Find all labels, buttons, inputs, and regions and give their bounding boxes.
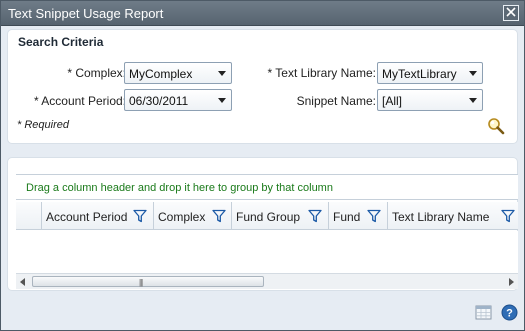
- column-header-fund-group[interactable]: Fund Group: [232, 202, 329, 229]
- row-indicator-header: [16, 202, 42, 229]
- complex-select[interactable]: MyComplex: [124, 62, 232, 84]
- column-label: Text Library Name: [392, 210, 490, 224]
- column-label: Complex: [158, 210, 206, 224]
- funnel-icon[interactable]: [308, 209, 322, 223]
- horizontal-scrollbar[interactable]: |||: [16, 273, 518, 289]
- table-export-icon: [475, 305, 492, 324]
- column-label: Fund: [333, 210, 361, 224]
- search-criteria-heading: Search Criteria: [18, 35, 104, 49]
- title-bar[interactable]: Text Snippet Usage Report: [1, 1, 524, 26]
- scrollbar-thumb[interactable]: |||: [32, 276, 264, 287]
- close-button[interactable]: [503, 5, 519, 21]
- text-library-value: MyTextLibrary: [382, 67, 457, 81]
- account-period-select[interactable]: 06/30/2011: [124, 89, 232, 111]
- snippet-name-label: Snippet Name:: [296, 94, 376, 108]
- chevron-down-icon: [469, 71, 477, 76]
- column-header-account-period[interactable]: Account Period: [42, 202, 154, 229]
- help-icon: ?: [501, 304, 518, 324]
- funnel-icon[interactable]: [367, 209, 381, 223]
- scroll-right-icon[interactable]: [509, 278, 514, 286]
- grip-icon: |||: [139, 278, 143, 287]
- funnel-icon[interactable]: [501, 209, 515, 223]
- chevron-down-icon: [218, 71, 226, 76]
- funnel-icon[interactable]: [133, 209, 147, 223]
- grid-body: [16, 231, 518, 273]
- grid-header-row: Account Period Complex Fund Group Fund T…: [16, 202, 518, 230]
- report-dialog: Text Snippet Usage Report Search Criteri…: [0, 0, 525, 331]
- funnel-icon[interactable]: [212, 209, 226, 223]
- column-label: Account Period: [46, 210, 128, 224]
- chevron-down-icon: [218, 98, 226, 103]
- account-period-value: 06/30/2011: [129, 94, 189, 108]
- snippet-name-select[interactable]: [All]: [377, 89, 483, 111]
- text-library-label: * Text Library Name:: [267, 66, 377, 80]
- complex-label: * Complex:: [67, 66, 126, 80]
- chevron-down-icon: [469, 98, 477, 103]
- account-period-label: * Account Period:: [33, 94, 126, 108]
- svg-text:?: ?: [506, 308, 513, 320]
- column-header-complex[interactable]: Complex: [154, 202, 232, 229]
- magnifier-icon: [487, 118, 505, 138]
- group-by-drop-area[interactable]: Drag a column header and drop it here to…: [16, 174, 518, 200]
- group-by-hint: Drag a column header and drop it here to…: [26, 182, 333, 194]
- column-header-fund[interactable]: Fund: [329, 202, 388, 229]
- column-header-text-library-name[interactable]: Text Library Name: [388, 202, 518, 229]
- search-button[interactable]: [487, 117, 505, 135]
- export-button[interactable]: [475, 304, 492, 321]
- text-library-select[interactable]: MyTextLibrary: [377, 62, 483, 84]
- complex-value: MyComplex: [129, 67, 193, 81]
- required-note: * Required: [17, 119, 69, 131]
- search-criteria-panel: Search Criteria * Complex: MyComplex * A…: [7, 29, 518, 144]
- snippet-name-value: [All]: [382, 94, 403, 108]
- scroll-left-icon[interactable]: [20, 278, 25, 286]
- column-label: Fund Group: [236, 210, 301, 224]
- close-icon: [506, 6, 516, 20]
- help-button[interactable]: ?: [501, 304, 518, 321]
- results-grid-panel: Drag a column header and drop it here to…: [7, 157, 518, 291]
- dialog-title: Text Snippet Usage Report: [8, 6, 164, 21]
